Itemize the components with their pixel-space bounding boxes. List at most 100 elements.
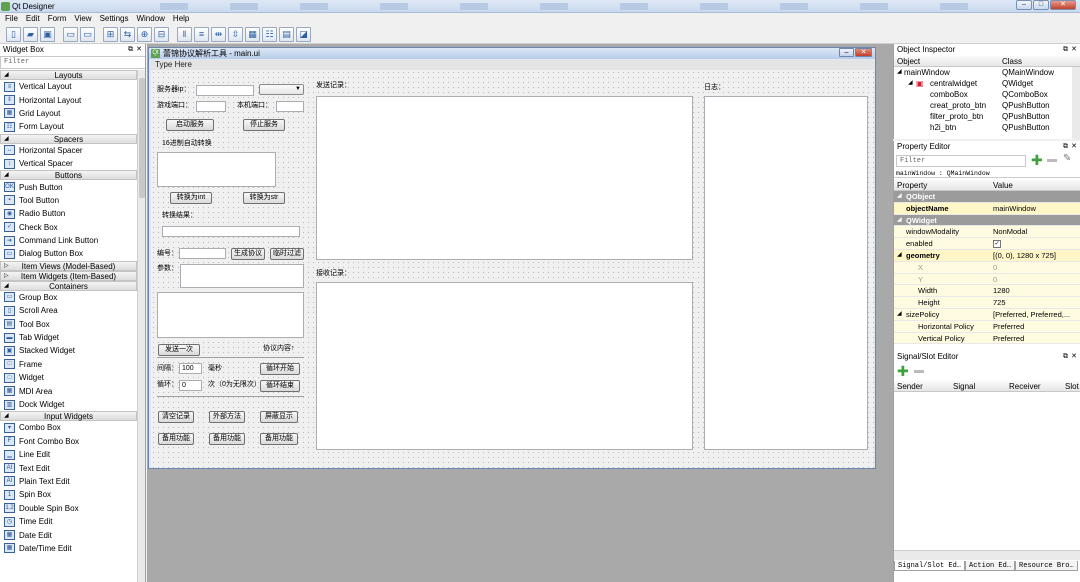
float-icon[interactable]: ⧉: [1063, 351, 1068, 363]
property-row[interactable]: Width 1280: [894, 285, 1080, 298]
category-containers[interactable]: ◢ Containers: [0, 280, 137, 291]
tree-row[interactable]: ◢ mainWindow QMainWindow: [894, 67, 1080, 78]
edit-signals-icon[interactable]: ⇆: [120, 26, 135, 42]
col-property[interactable]: Property: [897, 180, 927, 191]
params-text-edit[interactable]: [180, 264, 304, 288]
send-log-text-edit[interactable]: [316, 96, 693, 260]
server-combo-box[interactable]: ▼: [259, 84, 304, 95]
category-item-widgets[interactable]: ▷ Item Widgets (Item-Based): [0, 270, 137, 281]
widget-item[interactable]: F Font Combo Box: [0, 435, 137, 448]
scrollbar-thumb[interactable]: [139, 78, 145, 198]
tree-row[interactable]: creat_proto_btn QPushButton: [894, 100, 1080, 111]
spare-function-button-1[interactable]: 备用功能: [158, 433, 194, 445]
widget-item[interactable]: AI Plain Text Edit: [0, 475, 137, 488]
layout-v-splitter-icon[interactable]: ⇳: [228, 26, 243, 42]
property-group[interactable]: ◢ QObject: [894, 191, 1080, 203]
widget-item[interactable]: ▥ Dock Widget: [0, 398, 137, 411]
property-row[interactable]: enabled ✓: [894, 238, 1080, 250]
new-form-icon[interactable]: ▯: [6, 26, 21, 42]
configure-icon[interactable]: ✎: [1063, 153, 1071, 164]
category-input-widgets[interactable]: ◢ Input Widgets: [0, 411, 137, 422]
add-connection-icon[interactable]: ✚: [897, 364, 909, 378]
remove-connection-icon[interactable]: [914, 370, 924, 373]
edit-buddies-icon[interactable]: ⊕: [137, 26, 152, 42]
widget-item[interactable]: ☷ Form Layout: [0, 120, 137, 133]
edit-widgets-icon[interactable]: ⊞: [103, 26, 118, 42]
layout-h-splitter-icon[interactable]: ⇹: [211, 26, 226, 42]
widget-item[interactable]: ▦ Grid Layout: [0, 107, 137, 120]
property-row[interactable]: Y0: [894, 273, 1080, 286]
property-row[interactable]: Vertical Policy Preferred: [894, 332, 1080, 345]
col-signal[interactable]: Signal: [953, 381, 975, 392]
property-row[interactable]: objectName mainWindow: [894, 202, 1080, 215]
object-inspector-scrollbar[interactable]: [1072, 67, 1080, 139]
widget-item[interactable]: AI Text Edit: [0, 461, 137, 474]
widget-item[interactable]: ▭ Dialog Button Box: [0, 247, 137, 260]
widget-item[interactable]: ✓ Check Box: [0, 221, 137, 234]
menu-file[interactable]: File: [5, 13, 18, 25]
widget-item[interactable]: ‖ Horizontal Layout: [0, 93, 137, 106]
break-layout-icon[interactable]: ▤: [279, 26, 294, 42]
property-group[interactable]: ◢ QWidget: [894, 214, 1080, 227]
interval-input[interactable]: 100: [179, 363, 202, 374]
send-once-button[interactable]: 发送一次: [158, 344, 200, 356]
widget-item[interactable]: ▣ Stacked Widget: [0, 344, 137, 357]
float-icon[interactable]: ⧉: [128, 44, 133, 56]
category-layouts[interactable]: ◢ Layouts: [0, 70, 137, 80]
widget-item[interactable]: ▁ Line Edit: [0, 448, 137, 461]
category-buttons[interactable]: ◢ Buttons: [0, 170, 137, 181]
widget-item[interactable]: ▦ Date/Time Edit: [0, 542, 137, 555]
loop-end-button[interactable]: 循环结束: [260, 380, 300, 392]
remove-property-icon[interactable]: [1047, 159, 1057, 162]
widget-item[interactable]: ▪ Tool Button: [0, 194, 137, 207]
category-spacers[interactable]: ◢ Spacers: [0, 133, 137, 144]
col-value[interactable]: Value: [993, 180, 1013, 191]
widget-box-scrollbar[interactable]: [137, 70, 145, 582]
menu-window[interactable]: Window: [136, 13, 164, 25]
to-str-button[interactable]: 转换为str: [243, 192, 285, 204]
layout-horizontal-icon[interactable]: ‖: [177, 26, 192, 42]
id-input[interactable]: [179, 248, 226, 259]
clear-records-button[interactable]: 清空记录: [158, 411, 194, 423]
adjust-size-icon[interactable]: ◪: [296, 26, 311, 42]
property-row[interactable]: X0: [894, 261, 1080, 274]
mask-display-button[interactable]: 屏蔽显示: [260, 411, 298, 423]
menu-edit[interactable]: Edit: [26, 13, 40, 25]
widget-item[interactable]: ➜ Command Link Button: [0, 234, 137, 247]
redo-icon[interactable]: ▭: [80, 26, 95, 42]
to-int-button[interactable]: 转换为int: [170, 192, 212, 204]
property-row[interactable]: ◢ sizePolicy [Preferred, Preferred,...: [894, 308, 1080, 321]
widget-item[interactable]: ▤ Tool Box: [0, 317, 137, 330]
save-form-icon[interactable]: ▣: [40, 26, 55, 42]
close-icon[interactable]: ✕: [1071, 351, 1077, 363]
menu-settings[interactable]: Settings: [100, 13, 129, 25]
col-object[interactable]: Object: [897, 56, 920, 67]
loop-count-input[interactable]: 0: [179, 380, 202, 391]
local-port-input[interactable]: [276, 101, 304, 112]
close-icon[interactable]: ✕: [136, 44, 142, 56]
widget-item[interactable]: ≡ Vertical Layout: [0, 80, 137, 93]
enabled-checkbox[interactable]: ✓: [993, 240, 1001, 249]
log-text-edit[interactable]: [704, 96, 868, 450]
server-ip-input[interactable]: [196, 85, 254, 96]
signal-slot-hscrollbar[interactable]: [894, 550, 1080, 560]
edit-tab-order-icon[interactable]: ⊟: [154, 26, 169, 42]
col-slot[interactable]: Slot: [1065, 381, 1079, 392]
spare-function-button-2[interactable]: 备用功能: [209, 433, 245, 445]
widget-item[interactable]: ▬ Tab Widget: [0, 331, 137, 344]
property-row[interactable]: Horizontal Policy Preferred: [894, 320, 1080, 333]
property-row[interactable]: windowModality NonModal: [894, 226, 1080, 239]
game-port-input[interactable]: [196, 101, 226, 112]
widget-item[interactable]: ▯ Scroll Area: [0, 304, 137, 317]
widget-item[interactable]: ▾ Combo Box: [0, 421, 137, 434]
convert-result-input[interactable]: [162, 226, 300, 237]
temp-filter-button[interactable]: 临时过滤: [270, 248, 304, 260]
add-property-icon[interactable]: ✚: [1031, 153, 1043, 167]
tab-resource-browser[interactable]: Resource Bro…: [1015, 561, 1078, 571]
widget-item[interactable]: □ Frame: [0, 358, 137, 371]
property-row[interactable]: ◢ geometry [(0, 0), 1280 x 725]: [894, 249, 1080, 262]
form-minimize-button[interactable]: –: [839, 48, 854, 57]
tree-row[interactable]: ◢ ▣ centralwidget QWidget: [894, 78, 1080, 89]
tree-row[interactable]: filter_proto_btn QPushButton: [894, 111, 1080, 122]
hex-input-text-edit[interactable]: [157, 152, 276, 187]
